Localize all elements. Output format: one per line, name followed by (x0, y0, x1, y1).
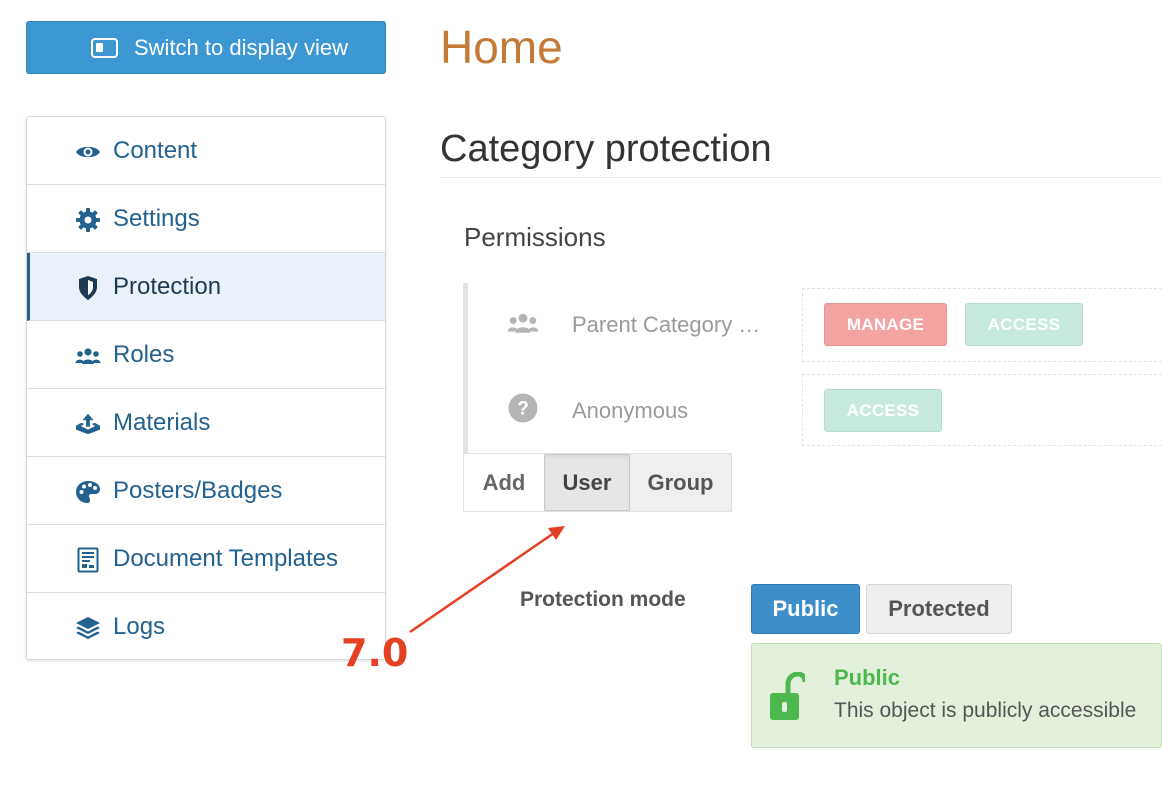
permission-row-icon: ? (508, 393, 538, 428)
add-group-button[interactable]: Group (630, 454, 731, 511)
users-icon (507, 313, 539, 338)
switch-button-label: Switch to display view (134, 34, 348, 60)
sidebar-item-posters-badges[interactable]: Posters/Badges (27, 457, 385, 525)
alert-title: Public (834, 665, 901, 690)
palette-icon (75, 479, 101, 505)
sidebar-item-label: Protection (113, 272, 222, 300)
display-view-icon (91, 38, 118, 58)
sidebar-menu: Content Settings Protection Roles Materi… (26, 116, 386, 660)
question-circle-icon: ? (508, 393, 538, 427)
public-mode-button[interactable]: Public (751, 584, 860, 634)
sidebar-item-label: Settings (113, 204, 200, 232)
permission-principal-label: Anonymous (572, 398, 689, 423)
sidebar-item-label: Roles (113, 340, 175, 368)
sidebar-item-label: Posters/Badges (113, 476, 283, 504)
layers-icon (75, 615, 101, 641)
sidebar-item-label: Logs (113, 613, 166, 640)
permission-row-icon (507, 312, 539, 339)
permissions-heading: Permissions (464, 222, 606, 252)
annotation-label: 7.0 (341, 631, 409, 675)
document-icon (75, 547, 101, 573)
sidebar-item-label: Materials (113, 408, 211, 436)
sidebar-item-materials[interactable]: Materials (27, 389, 385, 457)
public-status-alert (751, 643, 1162, 748)
sidebar-item-document-templates[interactable]: Document Templates (27, 525, 385, 593)
sidebar-item-label: Document Templates (113, 544, 338, 572)
page-title: Home (440, 21, 563, 73)
section-title: Category protection (440, 128, 772, 170)
add-label: Add (464, 454, 544, 511)
sidebar-item-label: Content (113, 136, 198, 164)
permissions-list-bar (463, 283, 468, 453)
sidebar-item-logs[interactable]: Logs (27, 593, 385, 661)
sidebar-item-settings[interactable]: Settings (27, 185, 385, 253)
protection-mode-label: Protection mode (520, 588, 686, 611)
upload-box-icon (75, 411, 101, 437)
shield-icon (75, 275, 101, 301)
alert-message: This object is publicly accessible (834, 699, 1137, 722)
users-icon (75, 343, 101, 369)
manage-permission-badge[interactable]: MANAGE (824, 303, 947, 346)
sidebar-item-roles[interactable]: Roles (27, 321, 385, 389)
permission-principal-label: Parent Category … (572, 312, 761, 337)
protected-mode-button[interactable]: Protected (866, 584, 1012, 634)
sidebar-item-content[interactable]: Content (27, 117, 385, 185)
unlock-icon (769, 671, 808, 727)
section-divider (440, 177, 1162, 178)
sidebar-item-protection[interactable]: Protection (27, 253, 385, 321)
svg-text:?: ? (517, 399, 529, 420)
add-user-button[interactable]: User (544, 454, 630, 511)
access-permission-badge[interactable]: ACCESS (824, 389, 942, 432)
eye-icon (75, 139, 101, 165)
access-permission-badge[interactable]: ACCESS (965, 303, 1083, 346)
switch-to-display-view-button[interactable]: Switch to display view (26, 21, 386, 74)
gear-icon (75, 207, 101, 233)
add-permission-bar: Add User Group (463, 453, 732, 512)
